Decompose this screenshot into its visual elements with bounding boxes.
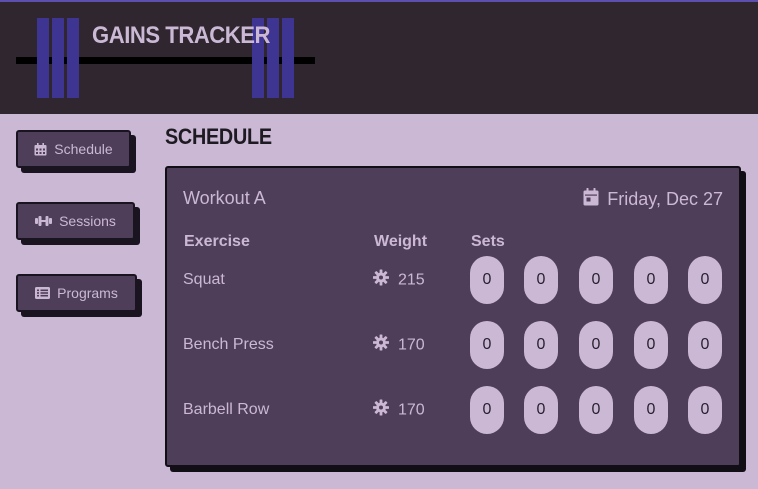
barbell-plate (282, 18, 294, 98)
exercise-weight[interactable]: 170 (373, 399, 425, 421)
dumbbell-icon (35, 215, 53, 227)
barbell-plate (52, 18, 64, 98)
set-counter-button[interactable]: 0 (524, 386, 558, 434)
nav-sessions-button[interactable]: Sessions (16, 202, 135, 240)
calendar-icon (34, 142, 47, 156)
gear-icon (373, 269, 389, 291)
set-counter-button[interactable]: 0 (688, 321, 722, 369)
set-counter-button[interactable]: 0 (470, 386, 504, 434)
exercise-row: Squat 215 0 0 0 0 0 (167, 256, 739, 304)
exercise-name: Squat (183, 271, 225, 288)
exercise-weight-value: 170 (398, 336, 425, 353)
column-header-sets: Sets (471, 233, 505, 250)
barbell-plate (67, 18, 79, 98)
barbell-plate (37, 18, 49, 98)
exercise-name: Barbell Row (183, 401, 270, 418)
app-title: GAINS TRACKER (92, 22, 271, 49)
set-counter-button[interactable]: 0 (470, 321, 504, 369)
exercise-weight-value: 170 (398, 401, 425, 418)
app-header: GAINS TRACKER (0, 0, 758, 114)
exercise-weight-value: 215 (398, 271, 425, 288)
exercise-weight[interactable]: 215 (373, 269, 425, 291)
nav-sessions-label: Sessions (59, 213, 116, 229)
nav-schedule-label: Schedule (54, 141, 113, 157)
column-header-exercise: Exercise (184, 233, 250, 250)
set-counter-button[interactable]: 0 (688, 256, 722, 304)
list-icon (35, 287, 51, 299)
set-counter-button[interactable]: 0 (688, 386, 722, 434)
exercise-row: Bench Press 170 0 0 0 0 0 (167, 321, 739, 369)
workout-date[interactable]: Friday, Dec 27 (583, 188, 723, 211)
set-counter-button[interactable]: 0 (579, 321, 613, 369)
set-counter-button[interactable]: 0 (634, 321, 668, 369)
workout-date-label: Friday, Dec 27 (607, 189, 723, 209)
exercise-weight[interactable]: 170 (373, 334, 425, 356)
workout-card: Workout A Friday, Dec 27 Exercise Weight… (165, 166, 741, 467)
calendar-icon (583, 188, 599, 211)
set-counter-button[interactable]: 0 (524, 256, 558, 304)
nav-schedule-button[interactable]: Schedule (16, 130, 131, 168)
exercise-name: Bench Press (183, 336, 274, 353)
set-counter-button[interactable]: 0 (579, 386, 613, 434)
set-counter-button[interactable]: 0 (634, 256, 668, 304)
set-counter-button[interactable]: 0 (579, 256, 613, 304)
page-title: SCHEDULE (165, 124, 272, 149)
gear-icon (373, 334, 389, 356)
nav-programs-label: Programs (57, 285, 118, 301)
set-counter-button[interactable]: 0 (634, 386, 668, 434)
set-counter-button[interactable]: 0 (524, 321, 558, 369)
exercise-row: Barbell Row 170 0 0 0 0 0 (167, 386, 739, 434)
nav-programs-button[interactable]: Programs (16, 274, 137, 312)
column-header-weight: Weight (374, 233, 428, 250)
set-counter-button[interactable]: 0 (470, 256, 504, 304)
gear-icon (373, 399, 389, 421)
workout-name: Workout A (183, 188, 266, 208)
